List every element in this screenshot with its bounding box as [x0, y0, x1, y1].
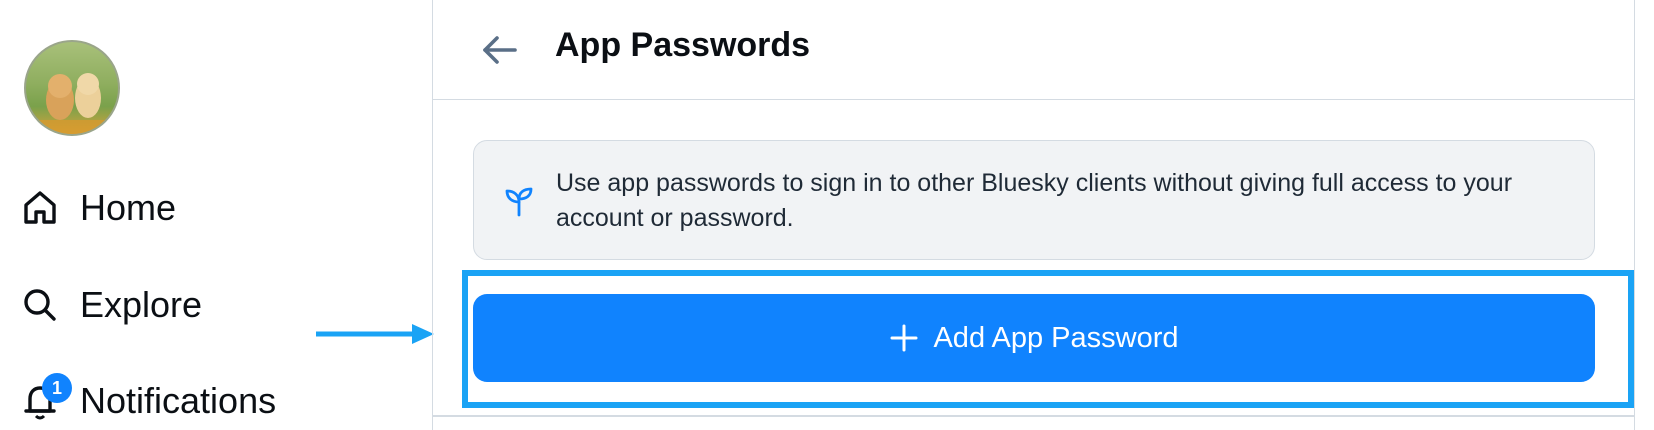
info-callout: Use app passwords to sign in to other Bl… — [473, 140, 1595, 260]
info-text: Use app passwords to sign in to other Bl… — [556, 169, 1513, 232]
arrow-left-icon — [483, 36, 517, 64]
home-icon — [18, 186, 62, 230]
bell-icon: 1 — [18, 373, 72, 423]
highlight-box — [462, 270, 1634, 408]
sidebar-item-label: Explore — [80, 284, 203, 325]
avatar-image — [26, 73, 118, 134]
page-title: App Passwords — [555, 26, 811, 64]
sidebar-item-label: Notifications — [80, 380, 277, 421]
avatar[interactable] — [24, 40, 120, 136]
sidebar-item-label: Home — [80, 187, 177, 228]
divider — [433, 415, 1634, 417]
annotation-arrow-icon — [316, 324, 434, 344]
search-icon — [18, 283, 62, 327]
back-button[interactable] — [473, 24, 525, 76]
page-header: App Passwords — [433, 0, 1634, 100]
app-root: Home Explore 1 Notifications App Passwor… — [0, 0, 1654, 430]
sidebar-item-home[interactable]: Home — [18, 178, 176, 238]
notification-badge: 1 — [42, 373, 72, 403]
sidebar-item-notifications[interactable]: 1 Notifications — [18, 371, 276, 430]
left-sidebar: Home Explore 1 Notifications — [0, 0, 432, 430]
sprout-icon — [505, 187, 533, 217]
sidebar-item-explore[interactable]: Explore — [18, 275, 202, 335]
